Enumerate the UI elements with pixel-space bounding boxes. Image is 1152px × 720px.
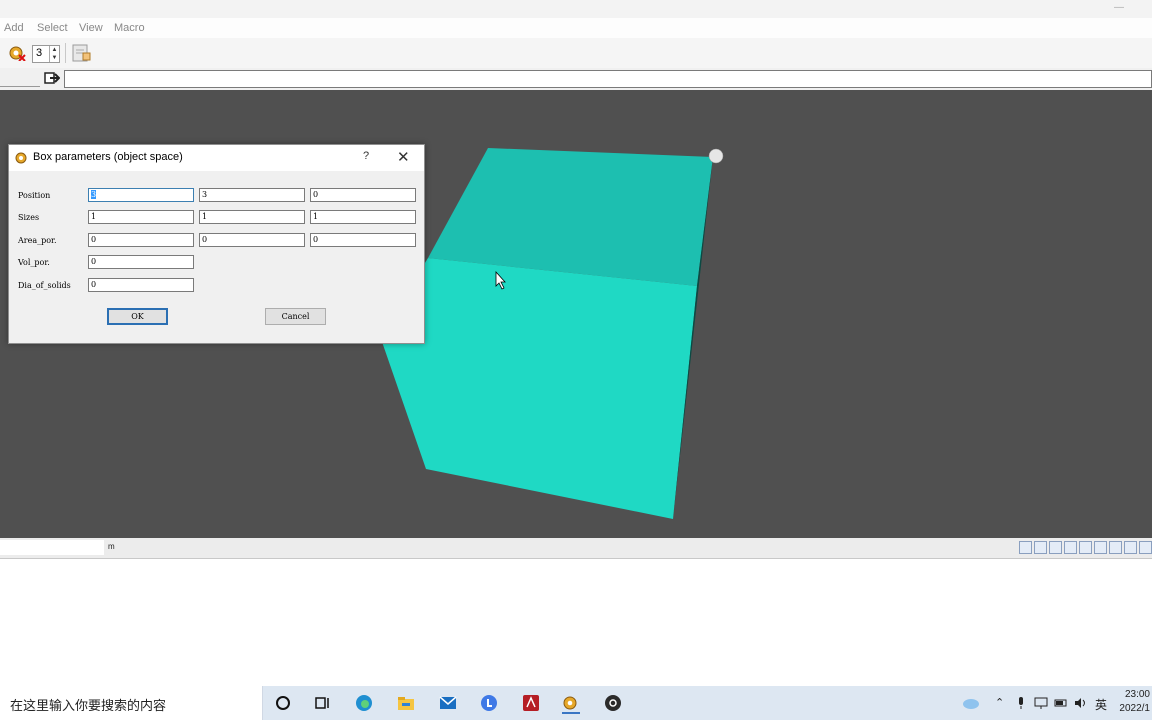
area-por-label: Area_por. (18, 236, 57, 245)
explorer-icon[interactable] (397, 694, 415, 712)
box-parameters-dialog: Box parameters (object space) ? ✕ Positi… (8, 144, 425, 344)
help-button[interactable]: ? (363, 150, 369, 162)
command-history-field[interactable] (0, 72, 40, 87)
sizes-label: Sizes (18, 213, 40, 222)
position-y-field[interactable]: 3 (199, 188, 305, 202)
menu-select[interactable]: Select (37, 22, 68, 34)
cube-handle-sphere (708, 148, 724, 164)
menu-macro[interactable]: Macro (114, 22, 145, 34)
command-arrow-icon[interactable] (44, 71, 60, 85)
c-app-icon[interactable] (480, 694, 498, 712)
ok-button[interactable]: OK (107, 308, 168, 325)
area-por-z-field[interactable]: 0 (310, 233, 416, 247)
dialog-title-bar[interactable]: Box parameters (object space) ? ✕ (9, 145, 424, 171)
app-gear-icon[interactable] (8, 45, 26, 61)
view-tool-icon[interactable] (1094, 541, 1107, 554)
status-bar: m (0, 538, 1152, 559)
app-gear-icon (15, 152, 27, 164)
mic-icon[interactable] (1016, 696, 1026, 710)
area-por-x-field[interactable]: 0 (88, 233, 194, 247)
sizes-y-field[interactable]: 1 (199, 210, 305, 224)
cube-front-face (380, 258, 697, 519)
edge-icon[interactable] (355, 694, 373, 712)
view-tool-icon[interactable] (1109, 541, 1122, 554)
output-panel (0, 559, 1152, 686)
toolbar (0, 38, 1152, 69)
doc-icon[interactable] (72, 44, 92, 62)
menu-view[interactable]: View (79, 22, 103, 34)
taskbar: 在这里输入你要搜索的内容 ⌃ 英 23:00 2022/1 (0, 686, 1152, 720)
ime-indicator[interactable]: 英 (1095, 696, 1107, 713)
close-icon[interactable]: ✕ (397, 148, 410, 166)
sizes-x-field[interactable]: 1 (88, 210, 194, 224)
toolbar-separator (65, 43, 66, 63)
view-tool-icon[interactable] (1079, 541, 1092, 554)
cloud-icon[interactable] (962, 696, 980, 710)
view-tool-icon[interactable] (1139, 541, 1152, 554)
view-tool-icon[interactable] (1064, 541, 1077, 554)
menu-add[interactable]: Add (4, 22, 24, 34)
dia-of-solids-label: Dia_of_solids (18, 281, 71, 290)
level-spinbox-value: 3 (36, 47, 43, 59)
command-input[interactable] (64, 70, 1152, 88)
sizes-z-field[interactable]: 1 (310, 210, 416, 224)
battery-icon[interactable] (1054, 696, 1068, 710)
taskbar-search-box[interactable]: 在这里输入你要搜索的内容 (0, 686, 263, 720)
dia-of-solids-field[interactable]: 0 (88, 278, 194, 292)
chevron-up-icon[interactable]: ⌃ (995, 696, 1004, 709)
clock-date: 2022/1 (1119, 703, 1150, 714)
red-app-icon[interactable] (522, 694, 540, 712)
status-unit: m (108, 542, 115, 551)
clock[interactable]: 23:00 2022/1 (1119, 688, 1150, 716)
vol-por-field[interactable]: 0 (88, 255, 194, 269)
vol-por-label: Vol_por. (18, 258, 50, 267)
command-row (0, 68, 1152, 90)
menu-bar: Add Select View Macro (0, 18, 1152, 38)
view-tool-icon[interactable] (1019, 541, 1032, 554)
view-tool-icon[interactable] (1124, 541, 1137, 554)
speaker-icon[interactable] (1073, 696, 1087, 710)
obs-icon[interactable] (604, 694, 622, 712)
level-spinbox[interactable]: 3 ▲ ▼ (32, 45, 60, 63)
status-field (0, 540, 104, 555)
view-tool-icon[interactable] (1049, 541, 1062, 554)
dialog-title: Box parameters (object space) (33, 151, 183, 163)
position-label: Position (18, 191, 51, 200)
mail-icon[interactable] (439, 694, 457, 712)
network-icon[interactable] (1034, 696, 1048, 710)
view-tool-icon[interactable] (1034, 541, 1047, 554)
taskbar-search-placeholder: 在这里输入你要搜索的内容 (10, 698, 167, 713)
minimize-button[interactable]: — (1114, 2, 1124, 13)
cancel-button[interactable]: Cancel (265, 308, 326, 325)
taskview-icon[interactable] (314, 694, 332, 712)
spin-arrows-icon[interactable]: ▲ ▼ (49, 46, 59, 62)
view-tools (1019, 541, 1152, 555)
position-x-field[interactable]: 3 (88, 188, 194, 202)
area-por-y-field[interactable]: 0 (199, 233, 305, 247)
active-app-icon[interactable] (562, 694, 580, 714)
position-z-field[interactable]: 0 (310, 188, 416, 202)
cortana-icon[interactable] (274, 694, 292, 712)
clock-time: 23:00 (1124, 689, 1150, 700)
